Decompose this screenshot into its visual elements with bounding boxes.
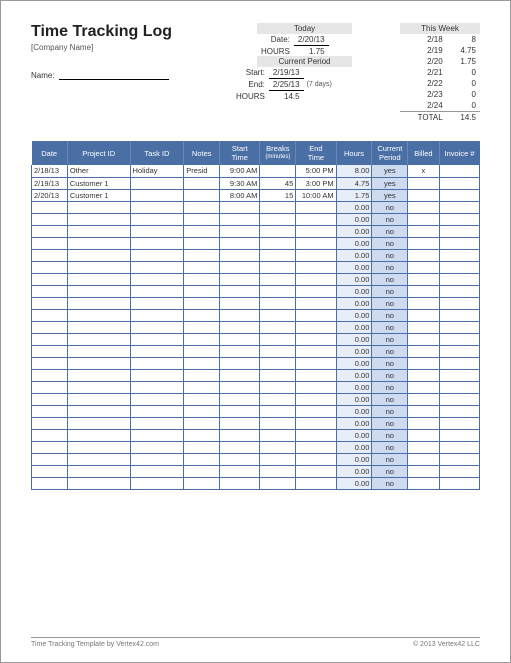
week-heading: This Week <box>400 23 480 34</box>
table-row[interactable]: 0.00no <box>32 369 480 381</box>
table-row[interactable]: 0.00no <box>32 477 480 489</box>
week-day: 2/18 <box>400 34 447 45</box>
col-header: CurrentPeriod <box>372 141 408 165</box>
week-total-label: TOTAL <box>400 112 447 124</box>
col-header: Date <box>32 141 68 165</box>
table-row[interactable]: 0.00no <box>32 333 480 345</box>
table-row[interactable]: 0.00no <box>32 201 480 213</box>
week-value: 0 <box>447 78 480 89</box>
week-day: 2/21 <box>400 67 447 78</box>
table-row[interactable]: 0.00no <box>32 309 480 321</box>
period-span-note: (7 days) <box>304 79 336 91</box>
week-value: 8 <box>447 34 480 45</box>
table-row[interactable]: 0.00no <box>32 429 480 441</box>
week-day: 2/24 <box>400 100 447 112</box>
table-row[interactable]: 0.00no <box>32 345 480 357</box>
week-day: 2/19 <box>400 45 447 56</box>
table-row[interactable]: 2/18/13OtherHolidayPresid9:00 AM5:00 PM8… <box>32 165 480 177</box>
col-header: Project ID <box>67 141 130 165</box>
table-row[interactable]: 0.00no <box>32 297 480 309</box>
current-period-summary: Current Period Start:2/19/13 End:2/25/13… <box>232 56 352 102</box>
table-row[interactable]: 0.00no <box>32 465 480 477</box>
period-hours-label: HOURS <box>232 91 269 103</box>
period-start-label: Start: <box>232 67 269 79</box>
table-row[interactable]: 0.00no <box>32 441 480 453</box>
table-row[interactable]: 0.00no <box>32 273 480 285</box>
period-start-value: 2/19/13 <box>269 67 304 79</box>
today-heading: Today <box>257 23 352 34</box>
table-row[interactable]: 0.00no <box>32 357 480 369</box>
this-week-summary: This Week 2/1882/194.752/201.752/2102/22… <box>400 23 480 123</box>
table-header-row: DateProject IDTask IDNotesStartTimeBreak… <box>32 141 480 165</box>
table-row[interactable]: 0.00no <box>32 261 480 273</box>
col-header: StartTime <box>220 141 260 165</box>
footer-left: Time Tracking Template by Vertex42.com <box>31 641 159 648</box>
table-row[interactable]: 0.00no <box>32 405 480 417</box>
col-header: Task ID <box>130 141 184 165</box>
period-hours-value: 14.5 <box>269 91 304 103</box>
col-header: Invoice # <box>439 141 479 165</box>
footer: Time Tracking Template by Vertex42.com ©… <box>31 637 480 648</box>
table-row[interactable]: 0.00no <box>32 285 480 297</box>
table-body: 2/18/13OtherHolidayPresid9:00 AM5:00 PM8… <box>32 165 480 489</box>
week-total-value: 14.5 <box>447 112 480 124</box>
today-summary: Today Date:2/20/13 HOURS1.75 <box>257 23 352 57</box>
table-row[interactable]: 0.00no <box>32 321 480 333</box>
col-header: Breaks(minutes) <box>260 141 296 165</box>
week-day: 2/23 <box>400 89 447 100</box>
week-day: 2/22 <box>400 78 447 89</box>
week-value: 0 <box>447 100 480 112</box>
table-row[interactable]: 0.00no <box>32 237 480 249</box>
week-value: 1.75 <box>447 56 480 67</box>
table-row[interactable]: 0.00no <box>32 381 480 393</box>
table-row[interactable]: 0.00no <box>32 213 480 225</box>
time-log-table: DateProject IDTask IDNotesStartTimeBreak… <box>31 141 480 490</box>
table-row[interactable]: 0.00no <box>32 225 480 237</box>
table-row[interactable]: 2/19/13Customer 19:30 AM453:00 PM4.75yes <box>32 177 480 189</box>
name-input-line[interactable] <box>59 70 169 80</box>
col-header: Notes <box>184 141 220 165</box>
col-header: Hours <box>336 141 372 165</box>
week-value: 4.75 <box>447 45 480 56</box>
week-value: 0 <box>447 89 480 100</box>
table-row[interactable]: 2/20/13Customer 18:00 AM1510:00 AM1.75ye… <box>32 189 480 201</box>
period-heading: Current Period <box>257 56 352 67</box>
col-header: EndTime <box>296 141 336 165</box>
table-row[interactable]: 0.00no <box>32 417 480 429</box>
period-end-label: End: <box>232 79 269 91</box>
name-label: Name: <box>31 71 55 80</box>
col-header: Billed <box>408 141 439 165</box>
footer-right: © 2013 Vertex42 LLC <box>413 641 480 648</box>
table-row[interactable]: 0.00no <box>32 393 480 405</box>
week-value: 0 <box>447 67 480 78</box>
table-row[interactable]: 0.00no <box>32 249 480 261</box>
today-date-value: 2/20/13 <box>294 34 329 46</box>
today-date-label: Date: <box>257 34 294 46</box>
week-day: 2/20 <box>400 56 447 67</box>
table-row[interactable]: 0.00no <box>32 453 480 465</box>
period-end-value: 2/25/13 <box>269 79 304 91</box>
